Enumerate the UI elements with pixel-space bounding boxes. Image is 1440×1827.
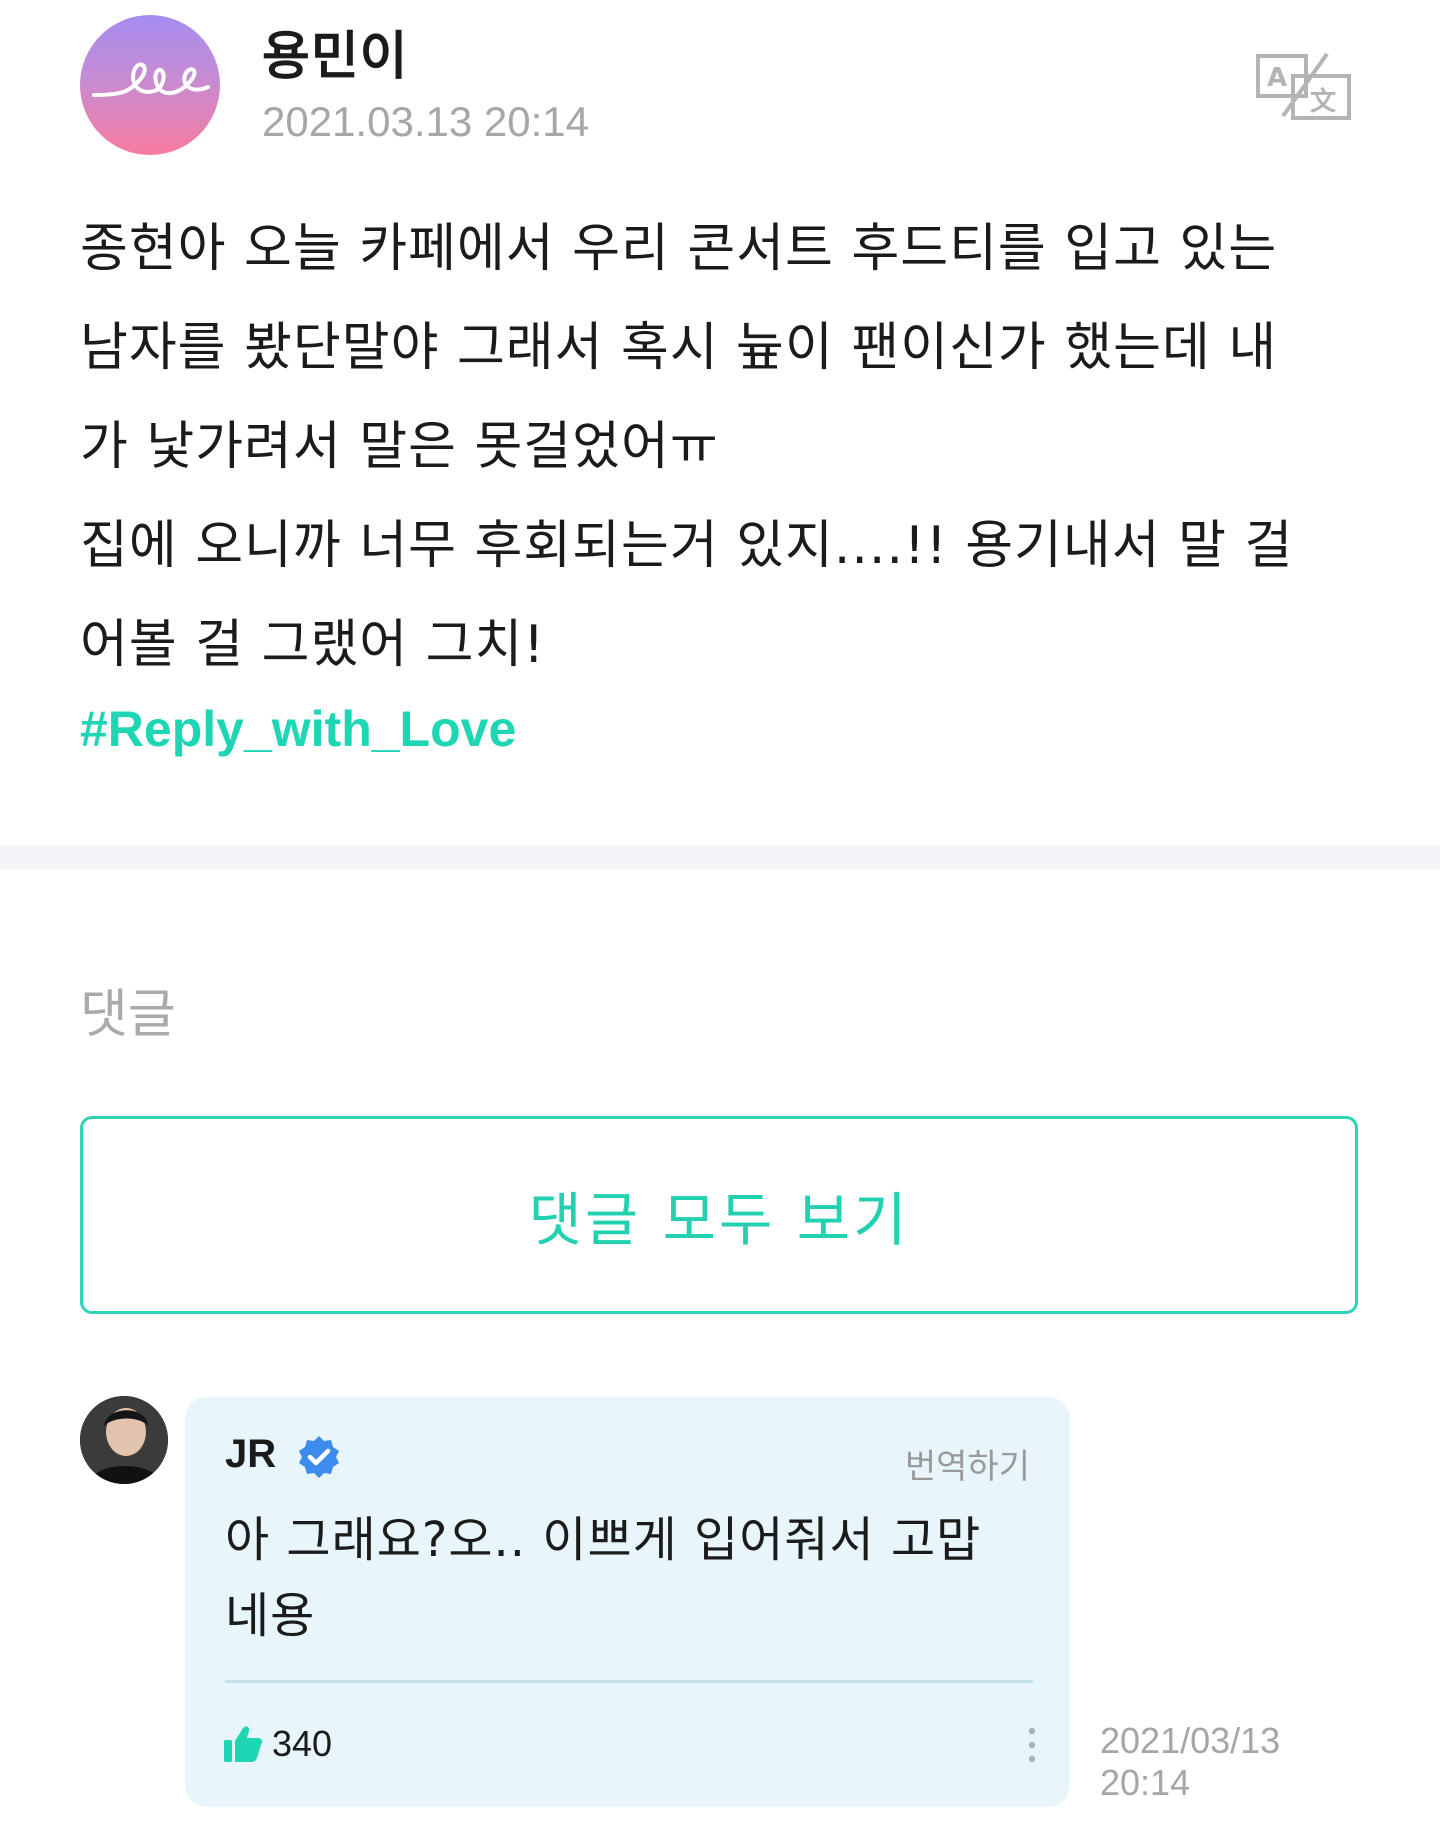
comment-card: JR 번역하기 아 그래요?오.. 이쁘게 입어줘서 고맙 네용 340 [185, 1397, 1070, 1807]
post-body-text: 종현아 오늘 카페에서 우리 콘서트 후드티를 입고 있는 남자를 봤단말야 그… [80, 219, 1294, 675]
comment-text: 아 그래요?오.. 이쁘게 입어줘서 고맙 네용 [225, 1512, 982, 1644]
comments-heading: 댓글 [80, 985, 176, 1045]
author-avatar[interactable] [80, 15, 220, 155]
comment-date: 2021/03/13 20:14 [1100, 1720, 1281, 1803]
svg-text:A: A [1267, 63, 1287, 93]
commenter-avatar[interactable] [80, 1396, 168, 1484]
svg-text:文: 文 [1310, 86, 1337, 117]
commenter-name[interactable]: JR [225, 1432, 276, 1477]
post-header: 용민이 2021.03.13 20:14 A 文 [0, 0, 1440, 175]
translate-icon[interactable]: A 文 [1255, 52, 1355, 122]
hashtag-link[interactable]: #Reply_with_Love [80, 700, 516, 758]
comment-divider [225, 1680, 1033, 1683]
signature-logo [92, 62, 210, 97]
like-count: 340 [272, 1723, 333, 1764]
verified-badge-icon [296, 1434, 342, 1480]
thumbs-up-icon[interactable] [223, 1724, 263, 1764]
author-name[interactable]: 용민이 [262, 14, 409, 89]
more-options-icon[interactable] [1024, 1725, 1040, 1765]
view-all-comments-label: 댓글 모두 보기 [528, 1186, 910, 1254]
section-divider [0, 845, 1440, 869]
translate-comment-link[interactable]: 번역하기 [905, 1439, 1030, 1488]
post-date: 2021.03.13 20:14 [262, 98, 589, 145]
view-all-comments-button[interactable]: 댓글 모두 보기 [80, 1116, 1358, 1314]
